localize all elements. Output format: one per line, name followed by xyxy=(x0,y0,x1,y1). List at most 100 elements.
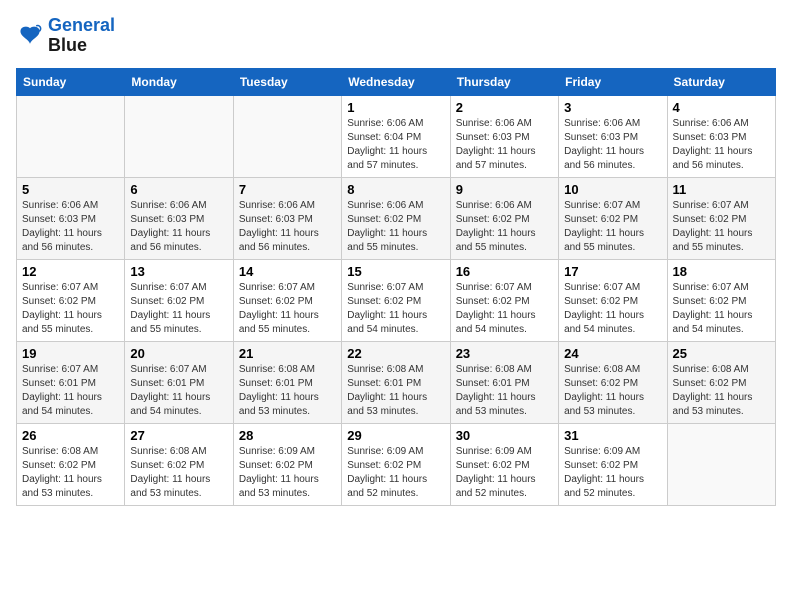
day-info: Sunrise: 6:06 AMSunset: 6:03 PMDaylight:… xyxy=(22,199,119,255)
day-info: Sunrise: 6:06 AMSunset: 6:03 PMDaylight:… xyxy=(239,199,336,255)
header-saturday: Saturday xyxy=(667,68,775,95)
day-info: Sunrise: 6:07 AMSunset: 6:02 PMDaylight:… xyxy=(673,281,770,337)
day-info: Sunrise: 6:07 AMSunset: 6:02 PMDaylight:… xyxy=(22,281,119,337)
day-number: 4 xyxy=(673,100,770,115)
day-info: Sunrise: 6:06 AMSunset: 6:03 PMDaylight:… xyxy=(130,199,227,255)
day-number: 19 xyxy=(22,346,119,361)
day-info: Sunrise: 6:07 AMSunset: 6:02 PMDaylight:… xyxy=(130,281,227,337)
day-info: Sunrise: 6:06 AMSunset: 6:02 PMDaylight:… xyxy=(456,199,553,255)
day-number: 22 xyxy=(347,346,444,361)
day-number: 16 xyxy=(456,264,553,279)
day-info: Sunrise: 6:06 AMSunset: 6:03 PMDaylight:… xyxy=(673,117,770,173)
day-number: 3 xyxy=(564,100,661,115)
day-info: Sunrise: 6:07 AMSunset: 6:02 PMDaylight:… xyxy=(239,281,336,337)
day-number: 31 xyxy=(564,428,661,443)
day-number: 14 xyxy=(239,264,336,279)
day-number: 24 xyxy=(564,346,661,361)
day-number: 2 xyxy=(456,100,553,115)
day-info: Sunrise: 6:08 AMSunset: 6:01 PMDaylight:… xyxy=(347,363,444,419)
day-info: Sunrise: 6:09 AMSunset: 6:02 PMDaylight:… xyxy=(456,445,553,501)
day-number: 20 xyxy=(130,346,227,361)
calendar-cell xyxy=(125,95,233,177)
calendar-cell: 16Sunrise: 6:07 AMSunset: 6:02 PMDayligh… xyxy=(450,259,558,341)
day-number: 6 xyxy=(130,182,227,197)
calendar-cell: 30 Sunrise: 6:09 AMSunset: 6:02 PMDayligh… xyxy=(450,423,558,505)
calendar-cell xyxy=(667,423,775,505)
calendar-cell: 31Sunrise: 6:09 AMSunset: 6:02 PMDayligh… xyxy=(559,423,667,505)
day-info: Sunrise: 6:07 AMSunset: 6:02 PMDaylight:… xyxy=(564,199,661,255)
day-info: Sunrise: 6:06 AMSunset: 6:03 PMDaylight:… xyxy=(456,117,553,173)
calendar-cell xyxy=(17,95,125,177)
calendar-cell: 8Sunrise: 6:06 AMSunset: 6:02 PMDaylight… xyxy=(342,177,450,259)
week-row-2: 5 Sunrise: 6:06 AMSunset: 6:03 PMDaylight… xyxy=(17,177,776,259)
calendar-cell: 14 Sunrise: 6:07 AMSunset: 6:02 PMDayligh… xyxy=(233,259,341,341)
day-info: Sunrise: 6:08 AMSunset: 6:02 PMDaylight:… xyxy=(22,445,119,501)
day-info: Sunrise: 6:08 AMSunset: 6:02 PMDaylight:… xyxy=(130,445,227,501)
day-number: 21 xyxy=(239,346,336,361)
calendar-cell: 3 Sunrise: 6:06 AMSunset: 6:03 PMDaylight… xyxy=(559,95,667,177)
logo-text: GeneralBlue xyxy=(48,16,115,56)
day-number: 11 xyxy=(673,182,770,197)
calendar-cell: 1 Sunrise: 6:06 AMSunset: 6:04 PMDaylight… xyxy=(342,95,450,177)
calendar-cell xyxy=(233,95,341,177)
calendar-cell: 18 Sunrise: 6:07 AMSunset: 6:02 PMDayligh… xyxy=(667,259,775,341)
day-number: 5 xyxy=(22,182,119,197)
calendar-cell: 17Sunrise: 6:07 AMSunset: 6:02 PMDayligh… xyxy=(559,259,667,341)
week-row-4: 19 Sunrise: 6:07 AMSunset: 6:01 PMDayligh… xyxy=(17,341,776,423)
day-number: 8 xyxy=(347,182,444,197)
day-number: 28 xyxy=(239,428,336,443)
calendar-cell: 15Sunrise: 6:07 AMSunset: 6:02 PMDayligh… xyxy=(342,259,450,341)
day-info: Sunrise: 6:07 AMSunset: 6:02 PMDaylight:… xyxy=(564,281,661,337)
day-number: 25 xyxy=(673,346,770,361)
day-info: Sunrise: 6:06 AMSunset: 6:03 PMDaylight:… xyxy=(564,117,661,173)
day-info: Sunrise: 6:08 AMSunset: 6:01 PMDaylight:… xyxy=(456,363,553,419)
header-friday: Friday xyxy=(559,68,667,95)
calendar-body: 1 Sunrise: 6:06 AMSunset: 6:04 PMDaylight… xyxy=(17,95,776,505)
day-info: Sunrise: 6:08 AMSunset: 6:02 PMDaylight:… xyxy=(564,363,661,419)
day-number: 26 xyxy=(22,428,119,443)
day-number: 12 xyxy=(22,264,119,279)
calendar-cell: 29 Sunrise: 6:09 AMSunset: 6:02 PMDayligh… xyxy=(342,423,450,505)
day-number: 30 xyxy=(456,428,553,443)
day-info: Sunrise: 6:09 AMSunset: 6:02 PMDaylight:… xyxy=(239,445,336,501)
day-info: Sunrise: 6:08 AMSunset: 6:02 PMDaylight:… xyxy=(673,363,770,419)
day-number: 10 xyxy=(564,182,661,197)
week-row-3: 12 Sunrise: 6:07 AMSunset: 6:02 PMDayligh… xyxy=(17,259,776,341)
day-number: 13 xyxy=(130,264,227,279)
week-row-1: 1 Sunrise: 6:06 AMSunset: 6:04 PMDaylight… xyxy=(17,95,776,177)
header-thursday: Thursday xyxy=(450,68,558,95)
day-number: 27 xyxy=(130,428,227,443)
calendar-cell: 13 Sunrise: 6:07 AMSunset: 6:02 PMDayligh… xyxy=(125,259,233,341)
calendar-cell: 4 Sunrise: 6:06 AMSunset: 6:03 PMDaylight… xyxy=(667,95,775,177)
day-info: Sunrise: 6:07 AMSunset: 6:01 PMDaylight:… xyxy=(22,363,119,419)
calendar-cell: 23Sunrise: 6:08 AMSunset: 6:01 PMDayligh… xyxy=(450,341,558,423)
calendar-header-row: SundayMondayTuesdayWednesdayThursdayFrid… xyxy=(17,68,776,95)
day-info: Sunrise: 6:09 AMSunset: 6:02 PMDaylight:… xyxy=(347,445,444,501)
calendar-cell: 6 Sunrise: 6:06 AMSunset: 6:03 PMDaylight… xyxy=(125,177,233,259)
calendar-table: SundayMondayTuesdayWednesdayThursdayFrid… xyxy=(16,68,776,506)
logo: GeneralBlue xyxy=(16,16,115,56)
calendar-cell: 27 Sunrise: 6:08 AMSunset: 6:02 PMDayligh… xyxy=(125,423,233,505)
calendar-cell: 12 Sunrise: 6:07 AMSunset: 6:02 PMDayligh… xyxy=(17,259,125,341)
calendar-cell: 21 Sunrise: 6:08 AMSunset: 6:01 PMDayligh… xyxy=(233,341,341,423)
day-number: 9 xyxy=(456,182,553,197)
calendar-cell: 5 Sunrise: 6:06 AMSunset: 6:03 PMDaylight… xyxy=(17,177,125,259)
calendar-cell: 20Sunrise: 6:07 AMSunset: 6:01 PMDayligh… xyxy=(125,341,233,423)
day-number: 18 xyxy=(673,264,770,279)
header-monday: Monday xyxy=(125,68,233,95)
day-info: Sunrise: 6:08 AMSunset: 6:01 PMDaylight:… xyxy=(239,363,336,419)
calendar-cell: 25 Sunrise: 6:08 AMSunset: 6:02 PMDayligh… xyxy=(667,341,775,423)
calendar-cell: 7Sunrise: 6:06 AMSunset: 6:03 PMDaylight… xyxy=(233,177,341,259)
week-row-5: 26 Sunrise: 6:08 AMSunset: 6:02 PMDayligh… xyxy=(17,423,776,505)
calendar-cell: 22 Sunrise: 6:08 AMSunset: 6:01 PMDayligh… xyxy=(342,341,450,423)
day-info: Sunrise: 6:06 AMSunset: 6:04 PMDaylight:… xyxy=(347,117,444,173)
day-number: 29 xyxy=(347,428,444,443)
calendar-cell: 11 Sunrise: 6:07 AMSunset: 6:02 PMDayligh… xyxy=(667,177,775,259)
logo-icon xyxy=(16,22,44,50)
header-sunday: Sunday xyxy=(17,68,125,95)
calendar-cell: 24 Sunrise: 6:08 AMSunset: 6:02 PMDayligh… xyxy=(559,341,667,423)
header-tuesday: Tuesday xyxy=(233,68,341,95)
calendar-cell: 19 Sunrise: 6:07 AMSunset: 6:01 PMDayligh… xyxy=(17,341,125,423)
day-number: 1 xyxy=(347,100,444,115)
day-info: Sunrise: 6:07 AMSunset: 6:02 PMDaylight:… xyxy=(673,199,770,255)
